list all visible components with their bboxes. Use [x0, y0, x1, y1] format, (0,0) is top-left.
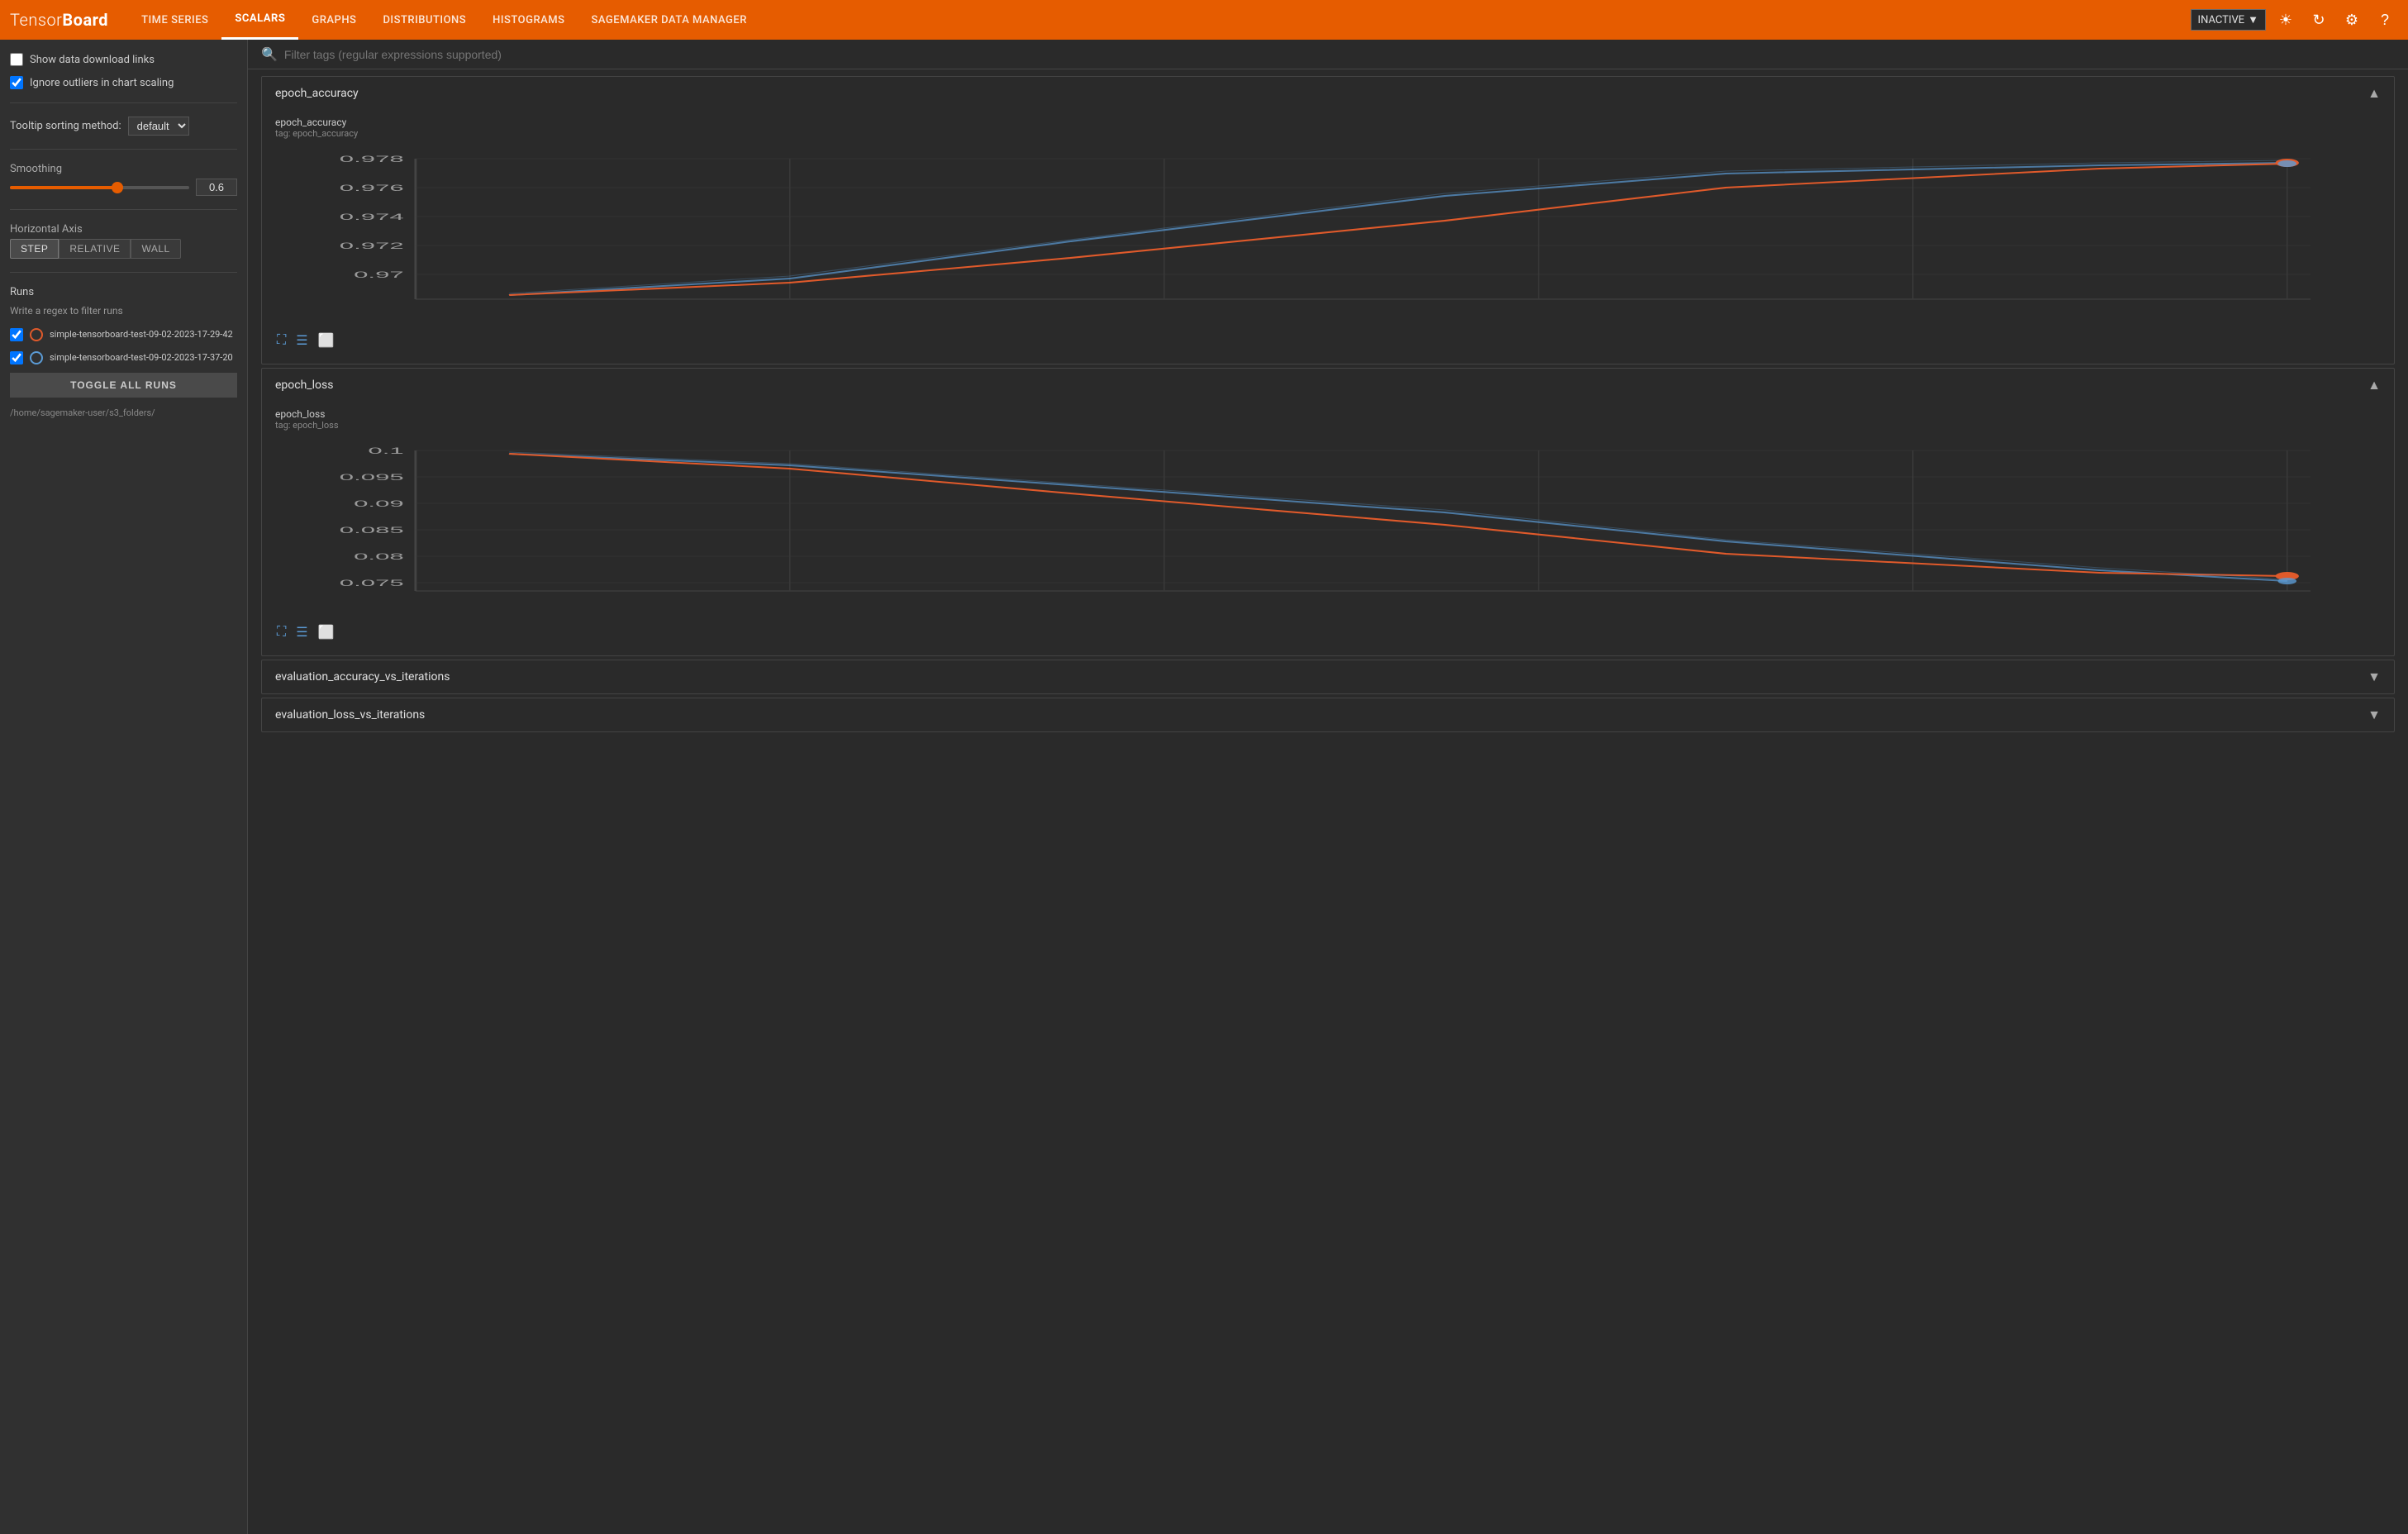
- main-content: 🔍 epoch_accuracy ▲ epoch_accuracy tag: e…: [248, 40, 2408, 1534]
- nav-right: INACTIVE ▼ ☀ ↻ ⚙ ?: [2191, 7, 2398, 33]
- run-item-2: simple-tensorboard-test-09-02-2023-17-37…: [10, 350, 237, 366]
- chart-header-epoch-accuracy[interactable]: epoch_accuracy ▲: [262, 77, 2394, 110]
- search-icon: 🔍: [261, 46, 278, 62]
- chart-label-area-1: epoch_accuracy tag: epoch_accuracy: [275, 117, 2381, 139]
- axis-relative-button[interactable]: RELATIVE: [59, 239, 131, 259]
- run-2-dot: [30, 351, 43, 364]
- smoothing-row: [10, 179, 237, 196]
- smoothing-section: Smoothing: [10, 163, 237, 196]
- image-icon-2[interactable]: ⬜: [316, 622, 336, 642]
- chart-title-eval-loss: evaluation_loss_vs_iterations: [275, 708, 425, 722]
- svg-text:0.095: 0.095: [340, 472, 404, 482]
- chevron-down-icon-2: ▼: [2368, 707, 2381, 723]
- chart-canvas-accuracy: 0.978 0.976 0.974 0.972 0.97: [275, 142, 2381, 324]
- run-2-checkbox[interactable]: [10, 351, 23, 364]
- tooltip-row: Tooltip sorting method: default: [10, 117, 237, 136]
- slider-track: [10, 186, 189, 189]
- svg-text:0.08: 0.08: [354, 551, 404, 561]
- chart-section-epoch-accuracy: epoch_accuracy ▲ epoch_accuracy tag: epo…: [261, 76, 2395, 364]
- divider-1: [10, 102, 237, 103]
- charts-area: epoch_accuracy ▲ epoch_accuracy tag: epo…: [248, 69, 2408, 1534]
- chart-header-eval-loss[interactable]: evaluation_loss_vs_iterations ▼: [262, 698, 2394, 731]
- divider-3: [10, 209, 237, 210]
- nav-links: TIME SERIES SCALARS GRAPHS DISTRIBUTIONS…: [128, 0, 2190, 40]
- filter-bar: 🔍: [248, 40, 2408, 69]
- chart-body-epoch-accuracy: epoch_accuracy tag: epoch_accuracy: [262, 110, 2394, 364]
- tooltip-select[interactable]: default: [128, 117, 189, 136]
- chart-section-eval-loss: evaluation_loss_vs_iterations ▼: [261, 698, 2395, 732]
- chart-title-epoch-loss: epoch_loss: [275, 379, 333, 392]
- ignore-outliers-checkbox[interactable]: [10, 76, 23, 89]
- svg-text:0.972: 0.972: [340, 241, 404, 250]
- nav-item-graphs[interactable]: GRAPHS: [298, 0, 369, 40]
- svg-text:0.978: 0.978: [340, 154, 404, 164]
- divider-4: [10, 272, 237, 273]
- expand-icon[interactable]: ⛶: [275, 331, 288, 350]
- chart-section-epoch-loss: epoch_loss ▲ epoch_loss tag: epoch_loss: [261, 368, 2395, 656]
- list-icon[interactable]: ☰: [294, 331, 309, 350]
- chart-title-epoch-accuracy: epoch_accuracy: [275, 87, 359, 100]
- svg-text:0.085: 0.085: [340, 525, 404, 535]
- smoothing-slider-container: [10, 179, 189, 196]
- nav-item-time-series[interactable]: TIME SERIES: [128, 0, 221, 40]
- help-button[interactable]: ?: [2372, 7, 2398, 33]
- chart-label-area-2: epoch_loss tag: epoch_loss: [275, 408, 2381, 431]
- run-2-name: simple-tensorboard-test-09-02-2023-17-37…: [50, 352, 233, 364]
- run-1-name: simple-tensorboard-test-09-02-2023-17-29…: [50, 329, 233, 341]
- svg-text:0.1: 0.1: [368, 445, 403, 455]
- axis-step-button[interactable]: STEP: [10, 239, 59, 259]
- image-icon[interactable]: ⬜: [316, 331, 336, 350]
- axis-section: Horizontal Axis STEP RELATIVE WALL: [10, 223, 237, 259]
- ignore-outliers-row[interactable]: Ignore outliers in chart scaling: [10, 76, 237, 89]
- chart-header-eval-accuracy[interactable]: evaluation_accuracy_vs_iterations ▼: [262, 660, 2394, 693]
- sidebar: Show data download links Ignore outliers…: [0, 40, 248, 1534]
- svg-text:0.075: 0.075: [340, 578, 404, 588]
- chevron-down-icon: ▼: [2368, 669, 2381, 685]
- nav-item-distributions[interactable]: DISTRIBUTIONS: [369, 0, 479, 40]
- run-item-1: simple-tensorboard-test-09-02-2023-17-29…: [10, 326, 237, 343]
- main-layout: Show data download links Ignore outliers…: [0, 40, 2408, 1534]
- top-nav: TensorBoard TIME SERIES SCALARS GRAPHS D…: [0, 0, 2408, 40]
- chart-icons-loss: ⛶ ☰ ⬜: [275, 622, 2381, 642]
- slider-thumb[interactable]: [112, 182, 123, 193]
- toggle-all-runs-button[interactable]: TOGGLE ALL RUNS: [10, 373, 237, 398]
- axis-wall-button[interactable]: WALL: [131, 239, 180, 259]
- chart-title-eval-accuracy: evaluation_accuracy_vs_iterations: [275, 670, 450, 684]
- show-download-row[interactable]: Show data download links: [10, 53, 237, 66]
- chart-icons-accuracy: ⛶ ☰ ⬜: [275, 331, 2381, 350]
- theme-toggle-button[interactable]: ☀: [2272, 7, 2299, 33]
- nav-item-sagemaker[interactable]: SAGEMAKER DATA MANAGER: [578, 0, 760, 40]
- app-logo: TensorBoard: [10, 10, 108, 30]
- chart-section-eval-accuracy: evaluation_accuracy_vs_iterations ▼: [261, 660, 2395, 694]
- chart-canvas-loss: 0.1 0.095 0.09 0.085 0.08 0.075: [275, 434, 2381, 616]
- chart-body-epoch-loss: epoch_loss tag: epoch_loss: [262, 402, 2394, 655]
- filter-input[interactable]: [284, 48, 2395, 61]
- svg-text:0.974: 0.974: [340, 212, 404, 222]
- runs-section: Runs Write a regex to filter runs simple…: [10, 286, 237, 418]
- run-1-checkbox[interactable]: [10, 328, 23, 341]
- nav-item-scalars[interactable]: SCALARS: [221, 0, 298, 40]
- slider-fill: [10, 186, 117, 189]
- settings-button[interactable]: ⚙: [2339, 7, 2365, 33]
- list-icon-2[interactable]: ☰: [294, 622, 309, 642]
- chart-header-epoch-loss[interactable]: epoch_loss ▲: [262, 369, 2394, 402]
- smoothing-input[interactable]: [196, 179, 237, 196]
- svg-text:0.09: 0.09: [354, 498, 404, 508]
- expand-icon-2[interactable]: ⛶: [275, 622, 288, 642]
- chevron-up-icon: ▲: [2368, 85, 2381, 102]
- axis-buttons: STEP RELATIVE WALL: [10, 239, 237, 259]
- chevron-up-icon-2: ▲: [2368, 377, 2381, 393]
- svg-text:0.97: 0.97: [354, 269, 404, 279]
- nav-item-histograms[interactable]: HISTOGRAMS: [479, 0, 578, 40]
- status-select[interactable]: INACTIVE ▼: [2191, 9, 2266, 31]
- divider-2: [10, 149, 237, 150]
- show-download-checkbox[interactable]: [10, 53, 23, 66]
- refresh-button[interactable]: ↻: [2306, 7, 2332, 33]
- svg-text:0.976: 0.976: [340, 183, 404, 193]
- folder-path: /home/sagemaker-user/s3_folders/: [10, 407, 237, 418]
- run-1-dot: [30, 328, 43, 341]
